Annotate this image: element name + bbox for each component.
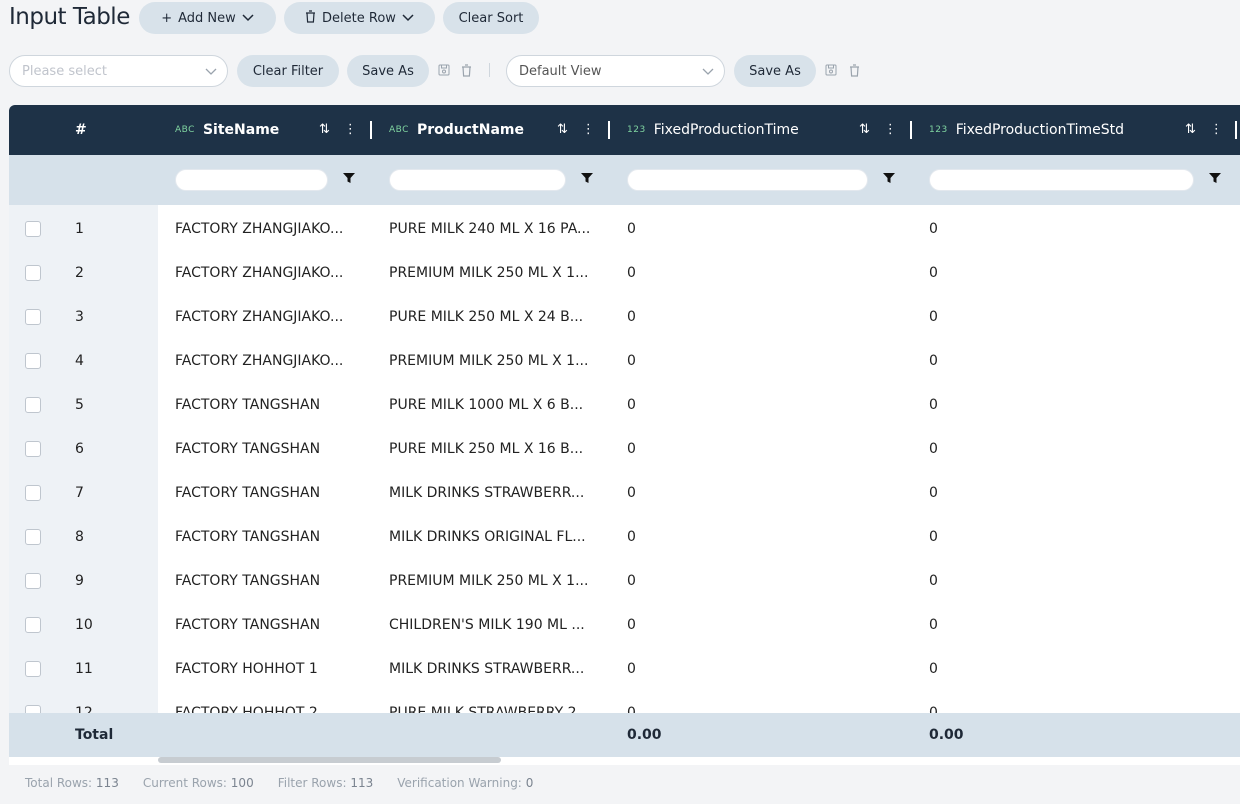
chevron-down-icon xyxy=(205,62,217,83)
sort-icon[interactable]: ⇅ xyxy=(859,122,870,137)
plus-icon: + xyxy=(161,10,173,26)
table-row[interactable]: 3 FACTORY ZHANGJIAKO... PURE MILK 250 ML… xyxy=(9,295,1240,339)
horizontal-scrollbar[interactable] xyxy=(158,757,501,763)
current-rows-status: Current Rows: 100 xyxy=(142,776,254,790)
text-type-icon: ABC xyxy=(175,125,195,135)
table-row[interactable]: 1 FACTORY ZHANGJIAKO... PURE MILK 240 ML… xyxy=(9,207,1240,251)
view-select-value: Default View xyxy=(519,63,602,79)
row-checkbox[interactable] xyxy=(25,309,41,325)
column-menu-icon[interactable]: ⋮ xyxy=(344,122,357,137)
text-type-icon: ABC xyxy=(389,125,409,135)
fixedproductiontime-filter-input[interactable] xyxy=(627,169,868,191)
sort-icon[interactable]: ⇅ xyxy=(319,122,330,137)
divider xyxy=(489,63,490,77)
column-label: FixedProductionTime xyxy=(653,122,799,138)
total-rows-status: Total Rows: 113 xyxy=(25,776,119,790)
column-header-productname[interactable]: ABC ProductName xyxy=(389,105,524,155)
filter-rows-status: Filter Rows: 113 xyxy=(277,776,374,790)
column-resize-handle[interactable] xyxy=(608,121,610,139)
total-label: Total xyxy=(75,727,114,743)
trash-icon[interactable] xyxy=(847,62,861,78)
table-row[interactable]: 4 FACTORY ZHANGJIAKO... PREMIUM MILK 250… xyxy=(9,339,1240,383)
row-checkbox[interactable] xyxy=(25,529,41,545)
column-filter-row xyxy=(9,155,1240,205)
row-checkbox[interactable] xyxy=(25,617,41,633)
row-checkbox[interactable] xyxy=(25,485,41,501)
table-row[interactable]: 10 FACTORY TANGSHAN CHILDREN'S MILK 190 … xyxy=(9,603,1240,647)
table-row[interactable]: 5 FACTORY TANGSHAN PURE MILK 1000 ML X 6… xyxy=(9,383,1240,427)
row-checkbox[interactable] xyxy=(25,573,41,589)
table-body: 1 FACTORY ZHANGJIAKO... PURE MILK 240 ML… xyxy=(9,205,1240,713)
save-as-view-button[interactable]: Save As xyxy=(734,55,816,87)
top-toolbar: Input Table + Add New Delete Row Clear S… xyxy=(0,0,1240,36)
row-checkbox[interactable] xyxy=(25,397,41,413)
save-icon[interactable] xyxy=(824,62,838,78)
filter-select-placeholder: Please select xyxy=(22,63,107,79)
column-menu-icon[interactable]: ⋮ xyxy=(582,122,595,137)
column-menu-icon[interactable]: ⋮ xyxy=(884,122,897,137)
data-table: # ABC SiteName ⇅ ⋮ ABC ProductName ⇅ ⋮ 1… xyxy=(9,105,1240,765)
view-select[interactable]: Default View xyxy=(506,55,725,87)
save-icon[interactable] xyxy=(437,62,451,78)
row-checkbox[interactable] xyxy=(25,221,41,237)
column-resize-handle[interactable] xyxy=(910,121,912,139)
trash-icon xyxy=(305,9,316,27)
table-row[interactable]: 7 FACTORY TANGSHAN MILK DRINKS STRAWBERR… xyxy=(9,471,1240,515)
chevron-down-icon xyxy=(702,62,714,83)
table-row[interactable]: 8 FACTORY TANGSHAN MILK DRINKS ORIGINAL … xyxy=(9,515,1240,559)
column-header-sitename[interactable]: ABC SiteName xyxy=(175,105,279,155)
column-label: FixedProductionTimeStd xyxy=(955,122,1124,138)
row-checkbox[interactable] xyxy=(25,441,41,457)
column-header-fixedproductiontimestd[interactable]: 123 FixedProductionTimeStd xyxy=(929,105,1124,155)
sitename-filter-input[interactable] xyxy=(175,169,328,191)
column-menu-icon[interactable]: ⋮ xyxy=(1210,122,1223,137)
delete-row-button[interactable]: Delete Row xyxy=(284,2,435,34)
number-type-icon: 123 xyxy=(929,125,948,135)
clear-sort-button[interactable]: Clear Sort xyxy=(443,2,539,34)
table-header: # ABC SiteName ⇅ ⋮ ABC ProductName ⇅ ⋮ 1… xyxy=(9,105,1240,155)
sort-icon[interactable]: ⇅ xyxy=(1185,122,1196,137)
table-row[interactable]: 12 FACTORY HOHHOT 2 PURE MILK STRAWBERRY… xyxy=(9,691,1240,713)
column-resize-handle[interactable] xyxy=(370,121,372,139)
clear-filter-button[interactable]: Clear Filter xyxy=(237,55,339,87)
filter-icon[interactable] xyxy=(1209,172,1221,186)
verification-warning-status: Verification Warning: 0 xyxy=(397,776,534,790)
column-label: SiteName xyxy=(202,122,280,138)
column-header-index[interactable]: # xyxy=(75,105,87,155)
table-row[interactable]: 6 FACTORY TANGSHAN PURE MILK 250 ML X 16… xyxy=(9,427,1240,471)
row-checkbox[interactable] xyxy=(25,705,41,713)
row-checkbox[interactable] xyxy=(25,661,41,677)
column-resize-handle[interactable] xyxy=(1235,121,1237,139)
total-fixedproductiontimestd: 0.00 xyxy=(929,727,964,743)
total-fixedproductiontime: 0.00 xyxy=(627,727,662,743)
table-total-row: Total 0.00 0.00 xyxy=(9,713,1240,757)
add-new-button[interactable]: + Add New xyxy=(139,2,276,34)
column-label: ProductName xyxy=(416,122,524,138)
table-row[interactable]: 11 FACTORY HOHHOT 1 MILK DRINKS STRAWBER… xyxy=(9,647,1240,691)
filter-icon[interactable] xyxy=(343,172,355,186)
filter-select[interactable]: Please select xyxy=(9,55,228,87)
row-checkbox[interactable] xyxy=(25,353,41,369)
fixedproductiontimestd-filter-input[interactable] xyxy=(929,169,1194,191)
table-row[interactable]: 2 FACTORY ZHANGJIAKO... PREMIUM MILK 250… xyxy=(9,251,1240,295)
chevron-down-icon xyxy=(242,11,254,26)
column-header-fixedproductiontime[interactable]: 123 FixedProductionTime xyxy=(627,105,799,155)
sort-icon[interactable]: ⇅ xyxy=(557,122,568,137)
filter-icon[interactable] xyxy=(581,172,593,186)
filter-icon[interactable] xyxy=(883,172,895,186)
productname-filter-input[interactable] xyxy=(389,169,566,191)
page-title: Input Table xyxy=(9,4,130,30)
delete-row-label: Delete Row xyxy=(322,10,396,26)
row-checkbox[interactable] xyxy=(25,265,41,281)
status-bar: Total Rows: 113 Current Rows: 100 Filter… xyxy=(25,776,533,790)
table-row[interactable]: 9 FACTORY TANGSHAN PREMIUM MILK 250 ML X… xyxy=(9,559,1240,603)
trash-icon[interactable] xyxy=(459,62,473,78)
add-new-label: Add New xyxy=(178,10,236,26)
number-type-icon: 123 xyxy=(627,125,646,135)
chevron-down-icon xyxy=(402,11,414,26)
save-as-filter-button[interactable]: Save As xyxy=(347,55,429,87)
